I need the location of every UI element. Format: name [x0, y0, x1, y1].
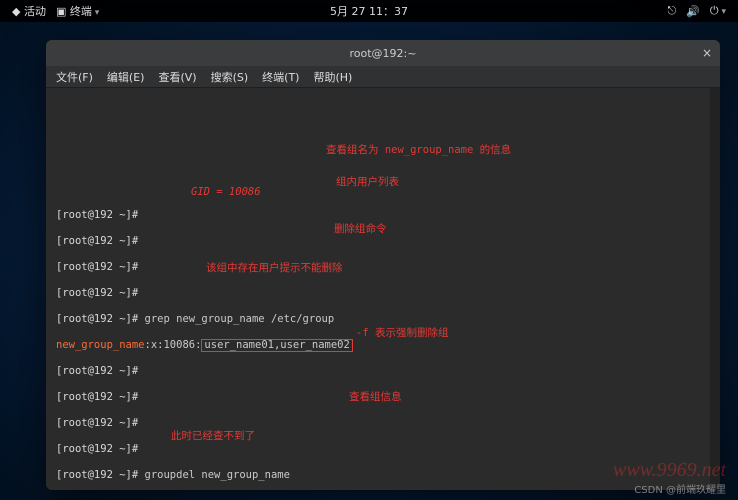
menu-terminal[interactable]: 终端(T) — [262, 69, 299, 85]
annotation-view: 查看组信息 — [349, 391, 402, 404]
cmd-grep1-prompt: [root@192 ~]# — [56, 313, 138, 325]
annotation-info: 查看组名为 new_group_name 的信息 — [326, 144, 511, 157]
prompt-line: [root@192 ~]# — [56, 209, 138, 221]
watermark-url: www.9969.net — [613, 459, 726, 482]
annotation-force: -f 表示强制删除组 — [356, 327, 448, 340]
prompt-line: [root@192 ~]# — [56, 235, 138, 247]
grep-gid: :x:10086: — [145, 339, 202, 351]
menu-help[interactable]: 帮助(H) — [313, 69, 352, 85]
grep-match: new_group_name — [56, 339, 145, 351]
watermark-csdn: CSDN @前端玖耀里 — [634, 481, 726, 496]
terminal-output[interactable]: 查看组名为 new_group_name 的信息 GID = 10086 组内用… — [46, 88, 720, 490]
menubar: 文件(F) 编辑(E) 查看(V) 搜索(S) 终端(T) 帮助(H) — [46, 66, 720, 88]
prompt-line: [root@192 ~]# — [56, 365, 138, 377]
menu-view[interactable]: 查看(V) — [158, 69, 196, 85]
prompt-line: [root@192 ~]# — [56, 417, 138, 429]
menu-search[interactable]: 搜索(S) — [211, 69, 249, 85]
activities[interactable]: ◆ 活动 — [12, 3, 46, 19]
prompt-line: [root@192 ~]# — [56, 443, 138, 455]
annotation-gid: GID = 10086 — [191, 186, 261, 199]
menu-edit[interactable]: 编辑(E) — [107, 69, 145, 85]
window-title: root@192:~ — [350, 47, 417, 60]
cmd-groupdel: groupdel new_group_name — [138, 469, 290, 481]
prompt-line: [root@192 ~]# — [56, 391, 138, 403]
annotation-hasuser: 该组中存在用户提示不能删除 — [206, 262, 343, 275]
menu-file[interactable]: 文件(F) — [56, 69, 93, 85]
prompt-line: [root@192 ~]# — [56, 287, 138, 299]
cmd-groupdel-prompt: [root@192 ~]# — [56, 469, 138, 481]
close-icon[interactable]: × — [702, 46, 712, 60]
gnome-topbar: ◆ 活动 ▣ 终端 5月 27 11：37 ⎋ 🔊 ⏻ — [0, 0, 738, 22]
annotation-userlist: 组内用户列表 — [336, 176, 399, 189]
prompt-line: [root@192 ~]# — [56, 261, 138, 273]
volume-icon[interactable]: 🔊 — [686, 5, 700, 18]
annotation-notfound: 此时已经查不到了 — [171, 430, 255, 443]
network-icon[interactable]: ⎋ — [668, 4, 677, 18]
terminal-window: root@192:~ × 文件(F) 编辑(E) 查看(V) 搜索(S) 终端(… — [46, 40, 720, 490]
clock[interactable]: 5月 27 11：37 — [330, 3, 408, 19]
cmd-grep1: grep new_group_name /etc/group — [138, 313, 334, 325]
grep-users-box: user_name01,user_name02 — [201, 339, 352, 352]
app-menu[interactable]: ▣ 终端 — [56, 3, 99, 19]
annotation-delcmd: 删除组命令 — [334, 223, 387, 236]
power-icon[interactable]: ⏻ — [710, 4, 726, 18]
window-titlebar[interactable]: root@192:~ × — [46, 40, 720, 66]
